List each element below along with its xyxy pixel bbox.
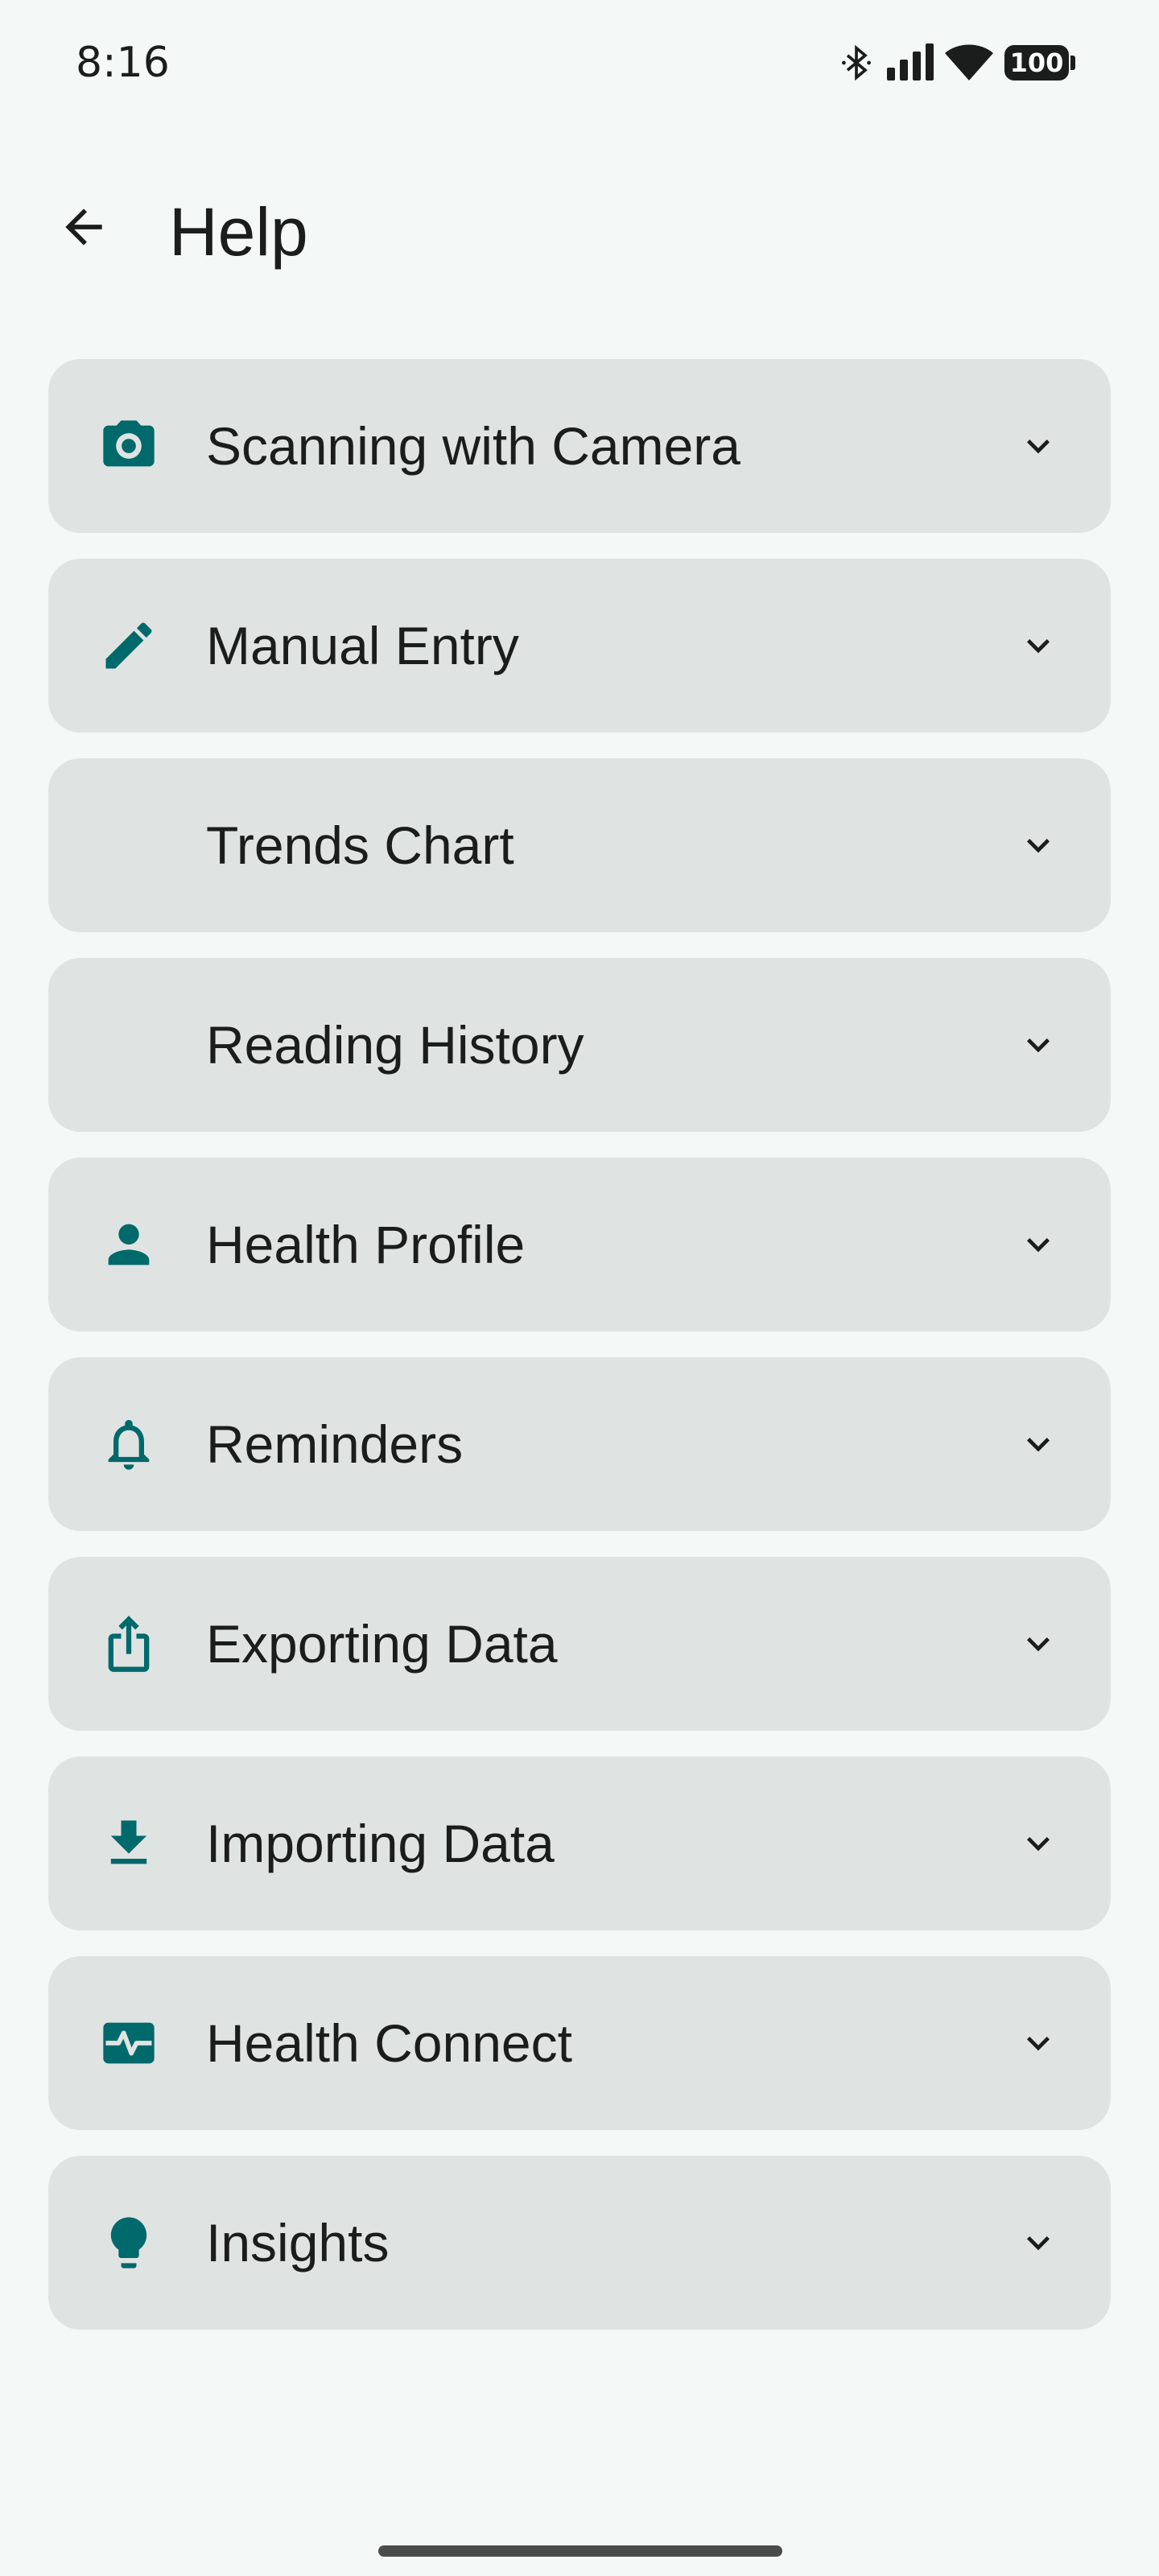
signal-icon — [885, 43, 934, 82]
help-topic-manual-entry[interactable]: Manual Entry — [48, 559, 1111, 733]
help-topic-health-profile[interactable]: Health Profile — [48, 1158, 1111, 1331]
help-topic-health-connect[interactable]: Health Connect — [48, 1956, 1111, 2130]
help-topic-label: Trends Chart — [206, 815, 514, 875]
help-topic-exporting-data[interactable]: Exporting Data — [48, 1557, 1111, 1731]
chevron-down-icon — [1014, 2219, 1062, 2267]
chevron-down-icon — [1014, 422, 1062, 470]
help-topic-reading-history[interactable]: Reading History — [48, 958, 1111, 1132]
help-topic-label: Reading History — [206, 1015, 584, 1075]
battery-level: 100 — [1004, 45, 1069, 80]
home-indicator[interactable] — [378, 2545, 782, 2557]
chevron-down-icon — [1014, 821, 1062, 869]
help-topic-label: Manual Entry — [206, 616, 519, 675]
help-topic-label: Health Profile — [206, 1215, 526, 1274]
bluetooth-icon — [839, 40, 874, 85]
help-topic-label: Insights — [206, 2213, 390, 2273]
person-icon — [98, 1214, 159, 1275]
share-icon — [98, 1613, 159, 1674]
chevron-down-icon — [1014, 621, 1062, 670]
status-time: 8:16 — [76, 39, 170, 87]
chevron-down-icon — [1014, 1620, 1062, 1668]
wifi-icon — [945, 43, 993, 82]
status-bar: 8:16 100 — [0, 0, 1159, 129]
help-topic-reminders[interactable]: Reminders — [48, 1357, 1111, 1531]
status-icons: 100 — [839, 40, 1075, 85]
help-topic-label: Scanning with Camera — [206, 416, 740, 476]
health-pulse-icon — [98, 2013, 159, 2074]
back-button[interactable] — [45, 190, 122, 267]
chevron-down-icon — [1014, 1220, 1062, 1269]
bell-icon — [98, 1414, 159, 1475]
download-icon — [98, 1813, 159, 1874]
help-topic-label: Reminders — [206, 1414, 464, 1474]
help-topic-label: Importing Data — [206, 1814, 555, 1873]
chevron-down-icon — [1014, 1420, 1062, 1468]
help-topic-label: Exporting Data — [206, 1614, 558, 1674]
help-topic-importing-data[interactable]: Importing Data — [48, 1757, 1111, 1930]
lightbulb-icon — [98, 2212, 159, 2273]
pencil-icon — [98, 615, 159, 676]
chevron-down-icon — [1014, 2019, 1062, 2067]
page-title: Help — [169, 194, 308, 270]
help-topic-label: Health Connect — [206, 2013, 572, 2073]
help-topic-list: Scanning with Camera Manual Entry Trends… — [48, 359, 1111, 2355]
help-topic-trends-chart[interactable]: Trends Chart — [48, 758, 1111, 932]
chevron-down-icon — [1014, 1819, 1062, 1868]
camera-icon — [98, 415, 159, 477]
help-topic-scanning-with-camera[interactable]: Scanning with Camera — [48, 359, 1111, 533]
battery-icon: 100 — [1004, 45, 1075, 80]
help-topic-insights[interactable]: Insights — [48, 2156, 1111, 2330]
chevron-down-icon — [1014, 1021, 1062, 1069]
app-bar: Help — [0, 161, 1159, 298]
arrow-left-icon — [56, 200, 111, 258]
